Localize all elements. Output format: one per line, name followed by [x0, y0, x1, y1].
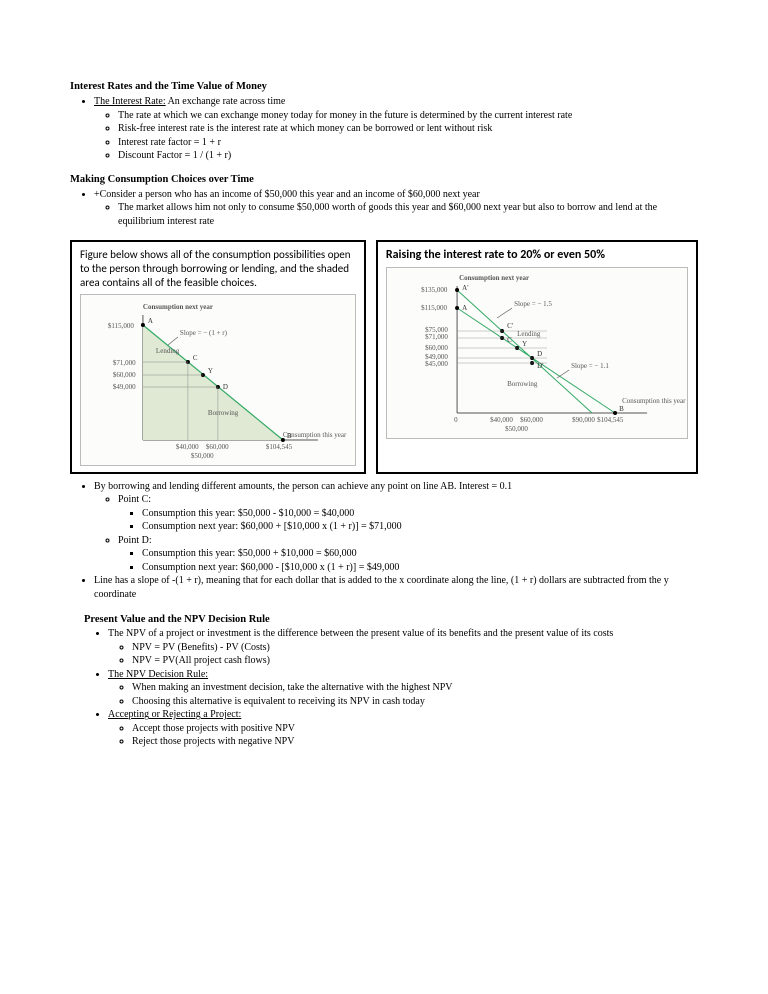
svg-text:Lending: Lending: [156, 347, 180, 355]
text-ir-desc: An exchange rate across time: [166, 96, 286, 107]
label-point-c: Point C:: [118, 494, 151, 505]
heading-pv: Present Value and the NPV Decision Rule: [84, 613, 698, 627]
item-mc1: +Consider a person who has an income of …: [94, 188, 698, 229]
svg-text:A: A: [462, 304, 467, 312]
svg-text:$40,000: $40,000: [490, 416, 513, 424]
svg-text:D: D: [537, 350, 542, 358]
item-mc1a: The market allows him not only to consum…: [118, 201, 698, 228]
svg-text:$40,000: $40,000: [176, 443, 199, 451]
svg-text:$115,000: $115,000: [421, 304, 447, 312]
item-pv3a: Accept those projects with positive NPV: [132, 722, 698, 736]
svg-text:Borrowing: Borrowing: [208, 409, 239, 417]
svg-text:C: C: [193, 354, 198, 362]
item-ir-sub2: Risk-free interest rate is the interest …: [118, 122, 698, 136]
list-pv: The NPV of a project or investment is th…: [70, 627, 698, 749]
text-pv1: The NPV of a project or investment is th…: [108, 628, 613, 639]
svg-text:C: C: [507, 336, 512, 344]
svg-text:Consumption this year: Consumption this year: [283, 431, 347, 439]
heading-interest-rates: Interest Rates and the Time Value of Mon…: [70, 80, 698, 94]
label-accept-reject: Accepting or Rejecting a Project:: [108, 709, 241, 720]
figure-1-box: Figure below shows all of the consumptio…: [70, 240, 366, 473]
figure-2-box: Raising the interest rate to 20% or even…: [376, 240, 698, 473]
svg-text:$90,000: $90,000: [572, 416, 595, 424]
figure-1-caption: Figure below shows all of the consumptio…: [80, 248, 356, 289]
figure-2-caption: Raising the interest rate to 20% or even…: [386, 248, 688, 263]
list-interest-rate: The Interest Rate: An exchange rate acro…: [70, 95, 698, 163]
svg-text:$60,000: $60,000: [113, 371, 136, 379]
svg-text:A′: A′: [462, 284, 469, 292]
figure-2-chart: A′ A C′ C Y D D′ B $135,000 $115,000 $75…: [386, 267, 688, 439]
item-pv2b: Choosing this alternative is equivalent …: [132, 695, 698, 709]
item-pv3: Accepting or Rejecting a Project: Accept…: [108, 708, 698, 749]
figure-row: Figure below shows all of the consumptio…: [70, 240, 698, 473]
item-point-c: Point C: Consumption this year: $50,000 …: [118, 493, 698, 534]
item-ir-sub3: Interest rate factor = 1 + r: [118, 136, 698, 150]
item-pc1: Consumption this year: $50,000 - $10,000…: [142, 507, 698, 521]
figure-1-chart: A C Y D B $115,000 $71,000 $60,000 $49,0…: [80, 294, 356, 466]
svg-text:Slope = − (1 + r): Slope = − (1 + r): [180, 329, 228, 337]
svg-text:D: D: [223, 383, 228, 391]
svg-text:Y: Y: [522, 340, 527, 348]
text-mc1: +Consider a person who has an income of …: [94, 189, 480, 200]
svg-text:$50,000: $50,000: [191, 452, 214, 460]
svg-text:$45,000: $45,000: [425, 360, 448, 368]
svg-text:$104,545: $104,545: [266, 443, 293, 451]
heading-consumption: Making Consumption Choices over Time: [70, 173, 698, 187]
item-pv3b: Reject those projects with negative NPV: [132, 735, 698, 749]
svg-text:D′: D′: [537, 362, 544, 370]
item-ir-sub4: Discount Factor = 1 / (1 + r): [118, 149, 698, 163]
svg-text:Consumption next year: Consumption next year: [459, 274, 529, 282]
item-ir-sub1: The rate at which we can exchange money …: [118, 109, 698, 123]
svg-text:C′: C′: [507, 322, 514, 330]
list-borrow-lend: By borrowing and lending different amoun…: [70, 480, 698, 602]
item-pv1b: NPV = PV(All project cash flows): [132, 654, 698, 668]
list-consumption: +Consider a person who has an income of …: [70, 188, 698, 229]
text-bl-intro: By borrowing and lending different amoun…: [94, 481, 512, 492]
svg-text:$50,000: $50,000: [505, 425, 528, 433]
item-pv2: The NPV Decision Rule: When making an in…: [108, 668, 698, 709]
svg-text:Consumption next year: Consumption next year: [143, 303, 213, 311]
label-interest-rate: The Interest Rate:: [94, 96, 166, 107]
item-slope: Line has a slope of -(1 + r), meaning th…: [94, 574, 698, 601]
item-pd1: Consumption this year: $50,000 + $10,000…: [142, 547, 698, 561]
item-point-d: Point D: Consumption this year: $50,000 …: [118, 534, 698, 575]
item-bl-intro: By borrowing and lending different amoun…: [94, 480, 698, 575]
svg-text:$104,545: $104,545: [597, 416, 624, 424]
svg-text:$71,000: $71,000: [425, 333, 448, 341]
svg-text:$49,000: $49,000: [113, 383, 136, 391]
svg-text:Consumption this year: Consumption this year: [622, 397, 686, 405]
svg-text:$71,000: $71,000: [113, 359, 136, 367]
item-interest-rate: The Interest Rate: An exchange rate acro…: [94, 95, 698, 163]
svg-text:Slope = − 1.5: Slope = − 1.5: [514, 300, 552, 308]
item-pv1: The NPV of a project or investment is th…: [108, 627, 698, 668]
svg-text:Lending: Lending: [517, 330, 541, 338]
item-pc2: Consumption next year: $60,000 + [$10,00…: [142, 520, 698, 534]
item-pv1a: NPV = PV (Benefits) - PV (Costs): [132, 641, 698, 655]
svg-text:0: 0: [454, 416, 458, 424]
svg-text:$60,000: $60,000: [520, 416, 543, 424]
svg-text:Y: Y: [208, 367, 213, 375]
item-pv2a: When making an investment decision, take…: [132, 681, 698, 695]
svg-text:Slope = − 1.1: Slope = − 1.1: [571, 362, 609, 370]
svg-text:Borrowing: Borrowing: [507, 380, 538, 388]
svg-text:$60,000: $60,000: [206, 443, 229, 451]
svg-text:$60,000: $60,000: [425, 344, 448, 352]
label-npv-rule: The NPV Decision Rule:: [108, 669, 208, 680]
label-point-d: Point D:: [118, 535, 152, 546]
svg-text:$135,000: $135,000: [421, 286, 448, 294]
svg-text:A: A: [148, 317, 153, 325]
item-pd2: Consumption next year: $60,000 - [$10,00…: [142, 561, 698, 575]
svg-text:B: B: [619, 405, 624, 413]
svg-text:$115,000: $115,000: [108, 322, 134, 330]
